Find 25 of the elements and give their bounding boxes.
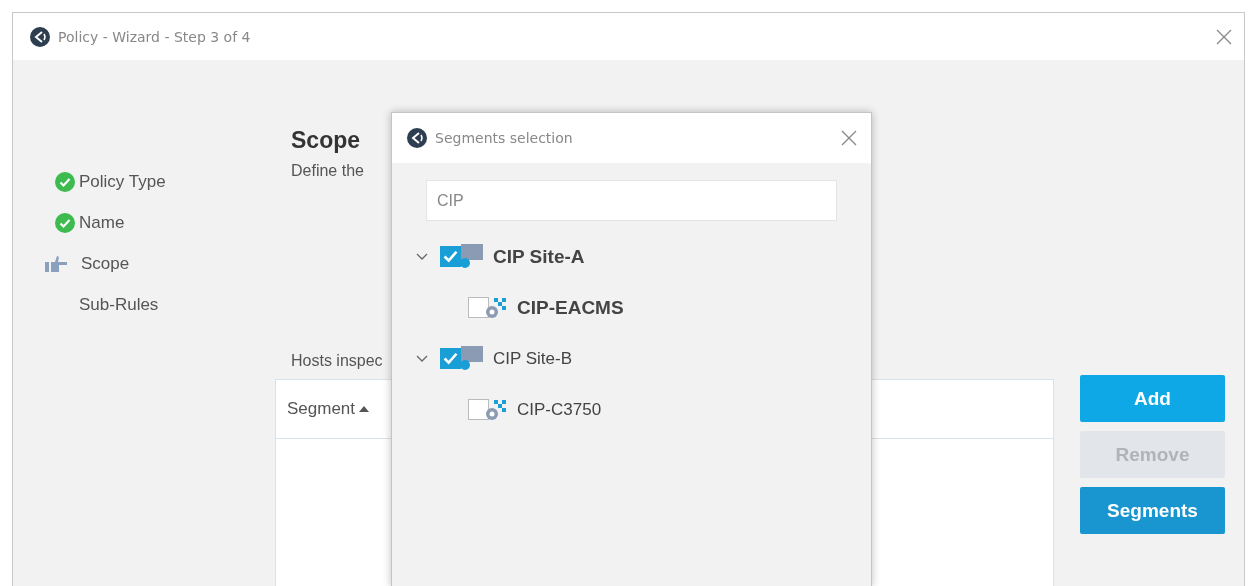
checkbox[interactable] <box>468 297 489 318</box>
step-label: Scope <box>81 253 130 274</box>
close-icon[interactable] <box>841 130 857 146</box>
checkbox[interactable] <box>468 399 489 420</box>
search-field[interactable]: CIP <box>426 180 837 221</box>
app-logo-icon <box>407 128 427 148</box>
step-label: Sub-Rules <box>79 294 159 315</box>
close-icon[interactable] <box>1216 28 1232 45</box>
tree-item[interactable]: CIP Site-A <box>493 245 585 268</box>
tree-item[interactable]: CIP-C3750 <box>517 399 602 420</box>
tree-item[interactable]: CIP-EACMS <box>517 296 624 319</box>
dialog-title: Segments selection <box>435 130 573 146</box>
step-label: Policy Type <box>79 171 166 192</box>
section-description: Define the <box>291 162 364 180</box>
window-title: Policy - Wizard - Step 3 of 4 <box>58 28 251 45</box>
chevron-icon[interactable] <box>416 252 428 261</box>
hosts-label: Hosts inspec <box>291 352 383 370</box>
checkbox[interactable] <box>440 348 461 369</box>
section-title: Scope <box>291 127 361 154</box>
column-header[interactable]: Segment <box>287 399 356 419</box>
app-logo-icon <box>30 26 50 47</box>
checkbox[interactable] <box>440 246 461 267</box>
chevron-icon[interactable] <box>416 354 428 363</box>
tree-item[interactable]: CIP Site-B <box>493 348 573 369</box>
step-label: Name <box>79 212 125 233</box>
